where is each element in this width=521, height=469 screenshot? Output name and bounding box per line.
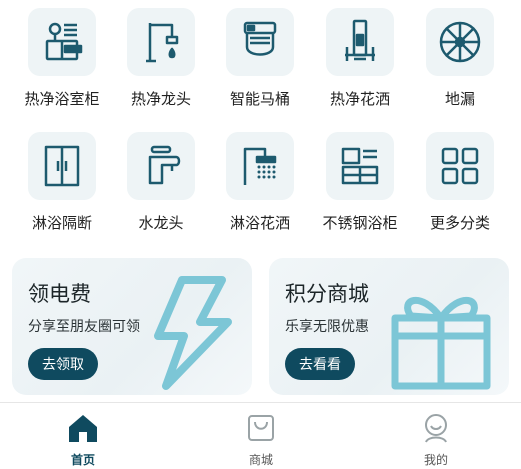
- category-tile: [426, 8, 494, 76]
- gift-icon: [391, 296, 491, 390]
- category-label: 热净花洒: [329, 90, 390, 108]
- category-hot-faucet[interactable]: 热净龙头: [111, 8, 211, 109]
- category-tile: [326, 8, 394, 76]
- category-label: 智能马桶: [229, 90, 290, 108]
- tab-home[interactable]: 首页: [33, 411, 133, 468]
- more-categories-icon: [441, 147, 479, 185]
- category-faucet[interactable]: 水龙头: [111, 132, 211, 233]
- shower-set-icon: [345, 19, 375, 61]
- category-shower-head[interactable]: 淋浴花洒: [210, 132, 310, 233]
- category-label: 更多分类: [429, 214, 490, 232]
- category-shower-partition[interactable]: 淋浴隔断: [12, 132, 112, 233]
- category-label: 地漏: [444, 90, 475, 108]
- category-tile: [426, 132, 494, 200]
- promo-card-electricity[interactable]: 领电费 分享至朋友圈可领 去领取: [12, 258, 252, 395]
- category-label: 热净浴室柜: [24, 90, 100, 108]
- category-tile: [127, 8, 195, 76]
- tab-mine[interactable]: 我的: [386, 411, 486, 468]
- category-tile: [127, 132, 195, 200]
- browse-button[interactable]: 去看看: [285, 348, 355, 380]
- promo-title: 积分商城: [285, 282, 369, 306]
- category-tile: [28, 132, 96, 200]
- promo-title: 领电费: [28, 282, 91, 306]
- steel-cabinet-icon: [341, 147, 379, 185]
- promo-subtitle: 乐享无限优惠: [285, 319, 369, 335]
- category-label: 热净龙头: [130, 90, 191, 108]
- hot-faucet-icon: [146, 23, 179, 63]
- shower-head-icon: [243, 147, 277, 185]
- category-floor-drain[interactable]: 地漏: [410, 8, 510, 109]
- faucet-icon: [148, 145, 181, 185]
- category-label: 水龙头: [138, 214, 184, 232]
- promo-card-points-mall[interactable]: 积分商城 乐享无限优惠 去看看: [269, 258, 509, 395]
- claim-button[interactable]: 去领取: [28, 348, 98, 380]
- category-shower-set[interactable]: 热净花洒: [310, 8, 410, 109]
- category-bathroom-cabinet[interactable]: 热净浴室柜: [12, 8, 112, 109]
- shower-partition-icon: [44, 145, 80, 187]
- promo-subtitle: 分享至朋友圈可领: [28, 319, 140, 335]
- category-tile: [326, 132, 394, 200]
- tab-label: 商城: [248, 453, 273, 467]
- shopping-bag-icon: [248, 415, 274, 441]
- tab-mall[interactable]: 商城: [211, 411, 311, 468]
- category-steel-cabinet[interactable]: 不锈钢浴柜: [310, 132, 410, 233]
- bottom-tab-bar: 首页 商城 我的: [0, 402, 521, 469]
- lightning-icon: [154, 276, 232, 390]
- tab-label: 首页: [70, 453, 95, 467]
- bathroom-cabinet-icon: [45, 22, 83, 61]
- home-icon: [69, 415, 97, 442]
- floor-drain-icon: [439, 21, 481, 63]
- category-label: 淋浴花洒: [229, 214, 290, 232]
- category-tile: [226, 132, 294, 200]
- smart-toilet-icon: [243, 21, 277, 56]
- category-tile: [226, 8, 294, 76]
- category-tile: [28, 8, 96, 76]
- category-more[interactable]: 更多分类: [410, 132, 510, 233]
- category-label: 淋浴隔断: [31, 214, 92, 232]
- user-icon: [425, 414, 447, 443]
- category-smart-toilet[interactable]: 智能马桶: [210, 8, 310, 109]
- category-label: 不锈钢浴柜: [322, 214, 398, 232]
- tab-label: 我的: [423, 453, 448, 467]
